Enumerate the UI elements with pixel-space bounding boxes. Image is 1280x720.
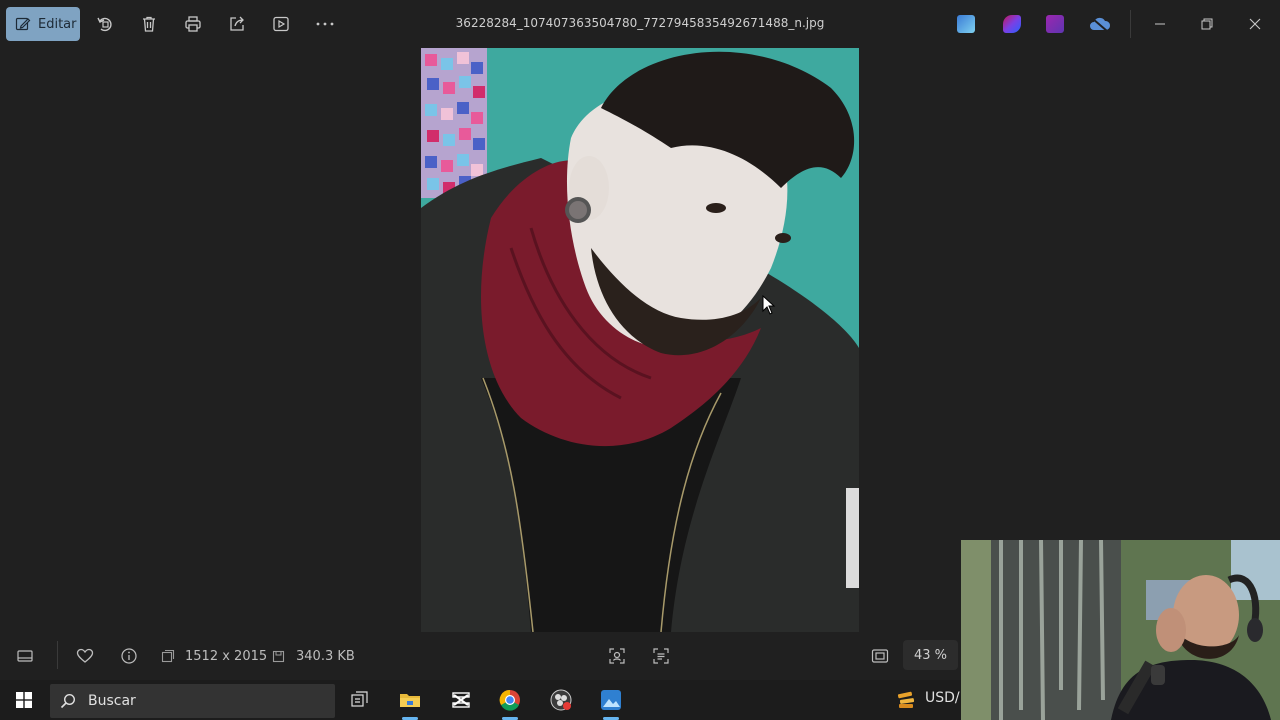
clipchamp-icon[interactable] [1003,15,1021,33]
zoom-text: 43 % [913,647,948,663]
top-toolbar: Editar 36228284_107407363504780_77279458… [0,0,1280,48]
search-icon [60,693,76,709]
filmstrip-icon [17,650,33,662]
photo-viewer-image[interactable] [421,48,859,632]
info-button[interactable] [120,632,138,680]
photos-icon [601,690,621,710]
window-title: 36228284_107407363504780_772794583549267… [455,16,825,30]
mosaic-background [421,48,487,198]
text-detect-button[interactable] [652,632,670,680]
taskbar-search[interactable]: Buscar [50,684,335,718]
filmstrip-button[interactable] [16,632,34,680]
chrome-icon [499,689,520,711]
restore-icon [1201,18,1213,30]
task-view-button[interactable] [348,688,372,712]
mouse-cursor-icon [762,295,776,315]
favorite-button[interactable] [76,632,94,680]
face-detect-icon [609,648,625,664]
minimize-button[interactable] [1148,12,1172,36]
currency-widget-icon [897,691,915,708]
task-view-icon [351,691,368,707]
start-button[interactable] [12,688,36,712]
zoom-level[interactable]: 43 % [903,640,958,670]
photos-app-icon[interactable] [957,15,975,33]
dimensions-text: 1512 x 2015 [185,648,268,664]
save-icon [272,650,285,662]
search-placeholder: Buscar [88,693,136,709]
webcam-feed [961,540,1280,720]
windows-logo-icon [16,692,32,708]
minimize-icon [1155,23,1165,25]
taskbar-photos[interactable] [599,688,623,712]
webcam-overlay [961,540,1280,720]
text-detect-icon [653,648,669,664]
close-button[interactable] [1243,12,1267,36]
file-size: 340.3 KB [272,632,355,680]
restore-button[interactable] [1195,12,1219,36]
obs-icon [550,689,572,711]
folder-icon [400,694,420,707]
capcut-icon [452,692,470,708]
status-divider [57,641,58,669]
heart-icon [76,648,94,663]
fit-to-window-icon [871,649,889,663]
video-editor-icon[interactable] [1046,15,1064,33]
taskbar-file-explorer[interactable] [398,688,422,712]
info-icon [121,648,137,664]
taskbar-capcut[interactable] [449,688,473,712]
dimensions-icon [161,649,175,663]
fit-to-window-button[interactable] [871,632,889,680]
widgets-button[interactable] [895,688,919,712]
filesize-text: 340.3 KB [296,648,355,664]
toolbar-divider [1130,10,1131,38]
close-icon [1249,18,1261,30]
portrait-photo [421,48,859,632]
face-detect-button[interactable] [608,632,626,680]
onedrive-icon[interactable] [1089,15,1111,33]
taskbar-chrome[interactable] [498,688,522,712]
image-dimensions: 1512 x 2015 [161,632,267,680]
taskbar-obs[interactable] [549,688,573,712]
currency-ticker[interactable]: USD/ [925,690,960,706]
